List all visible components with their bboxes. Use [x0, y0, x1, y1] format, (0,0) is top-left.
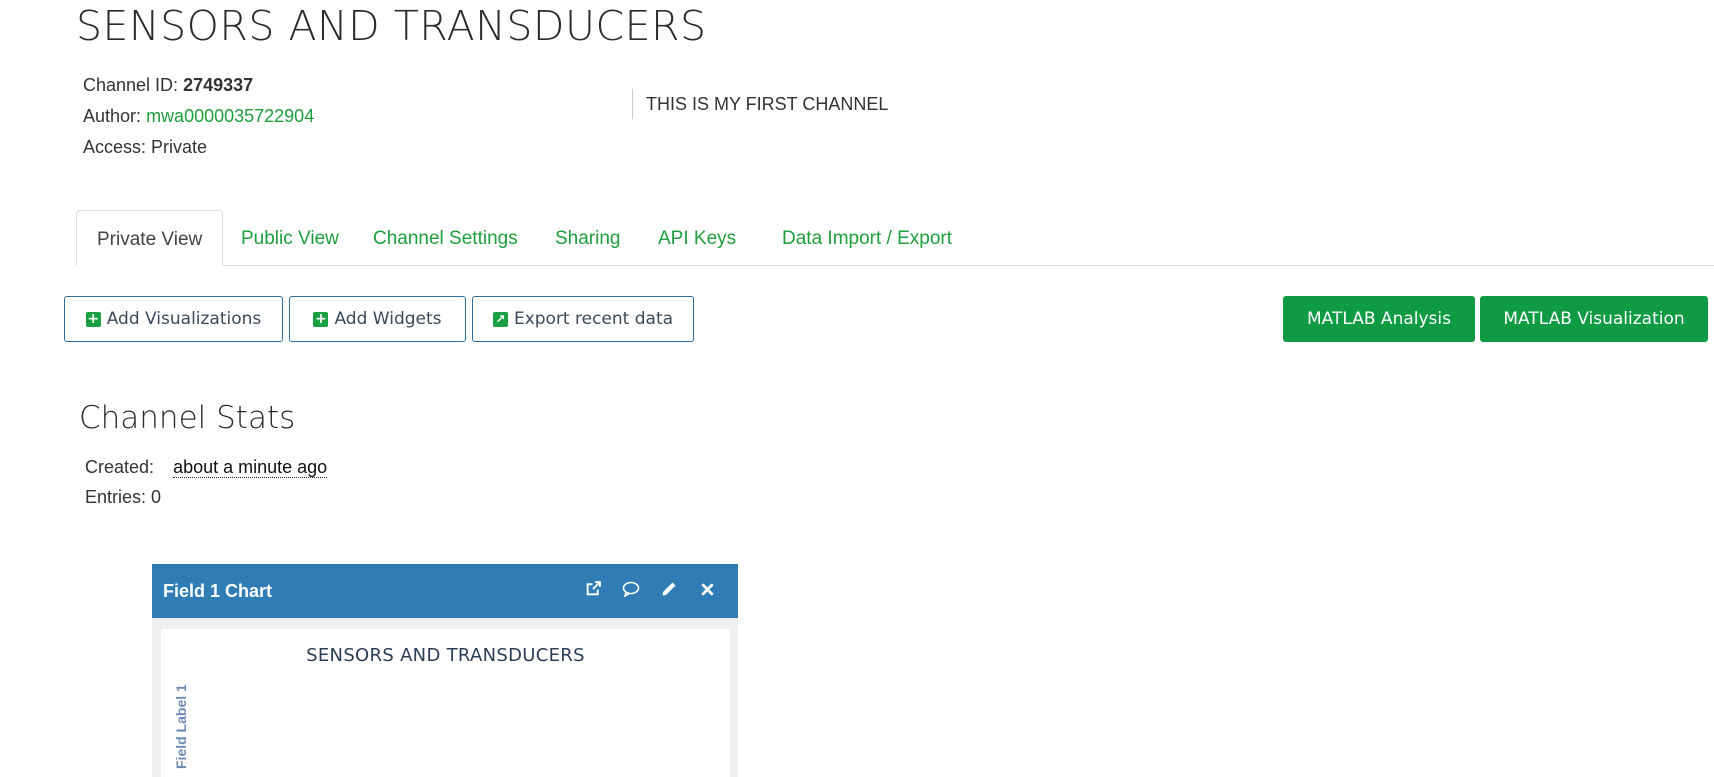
access-label: Access: — [83, 137, 147, 157]
chart-y-axis-label: Field Label 1 — [173, 684, 189, 769]
chart-title: SENSORS AND TRANSDUCERS — [306, 645, 585, 666]
entries-value: 0 — [151, 487, 162, 507]
tab-bar: Private View Public View Channel Setting… — [76, 210, 1714, 266]
channel-id-value: 2749337 — [183, 75, 254, 95]
page-title: SENSORS AND TRANSDUCERS — [76, 2, 707, 50]
matlab-analysis-button[interactable]: MATLAB Analysis — [1283, 296, 1475, 342]
channel-description: THIS IS MY FIRST CHANNEL — [632, 89, 888, 119]
add-visualizations-button[interactable]: + Add Visualizations — [64, 296, 283, 342]
channel-id-label: Channel ID: — [83, 75, 179, 95]
field-1-chart-card: Field 1 Chart SENSORS AND TRANSDUCERS Fi… — [152, 564, 738, 777]
created-value: about a minute ago — [173, 457, 328, 478]
tab-private-view[interactable]: Private View — [76, 210, 224, 266]
export-recent-data-button[interactable]: ↗ Export recent data — [472, 296, 694, 342]
tab-data-import-export[interactable]: Data Import / Export — [782, 210, 952, 264]
channel-stats: Created: about a minute ago Entries: 0 — [85, 452, 328, 512]
channel-id-row: Channel ID: 2749337 — [83, 70, 314, 101]
channel-meta: Channel ID: 2749337 Author: mwa000003572… — [83, 70, 314, 163]
chart-card-actions — [584, 564, 716, 618]
created-label: Created: — [85, 457, 155, 477]
author-label: Author: — [83, 106, 142, 126]
close-icon[interactable] — [698, 581, 716, 601]
add-visualizations-label: Add Visualizations — [106, 309, 262, 329]
pencil-icon[interactable] — [660, 581, 678, 602]
plus-icon: + — [313, 310, 329, 327]
author-row: Author: mwa0000035722904 — [83, 101, 314, 132]
chart-card-header: Field 1 Chart — [152, 564, 738, 618]
matlab-visualization-button[interactable]: MATLAB Visualization — [1480, 296, 1708, 342]
plus-icon: + — [85, 310, 101, 327]
author-link[interactable]: mwa0000035722904 — [146, 106, 314, 126]
tab-public-view[interactable]: Public View — [241, 210, 339, 264]
access-value: Private — [151, 137, 208, 157]
tab-channel-settings[interactable]: Channel Settings — [373, 210, 518, 264]
chart-plot-area: SENSORS AND TRANSDUCERS Field Label 1 — [161, 629, 730, 777]
channel-stats-heading: Channel Stats — [79, 400, 296, 436]
entries-label: Entries: — [85, 487, 147, 507]
chart-card-title: Field 1 Chart — [163, 581, 273, 601]
add-widgets-label: Add Widgets — [334, 309, 442, 329]
comment-icon[interactable] — [622, 581, 640, 602]
entries-row: Entries: 0 — [85, 482, 327, 512]
created-row: Created: about a minute ago — [85, 452, 328, 482]
access-row: Access: Private — [83, 132, 314, 163]
export-recent-data-label: Export recent data — [513, 309, 674, 329]
export-arrow-icon: ↗ — [492, 311, 508, 327]
add-widgets-button[interactable]: + Add Widgets — [289, 296, 466, 342]
external-link-icon[interactable] — [584, 580, 602, 602]
tab-api-keys[interactable]: API Keys — [658, 210, 736, 264]
tab-sharing[interactable]: Sharing — [555, 210, 621, 264]
